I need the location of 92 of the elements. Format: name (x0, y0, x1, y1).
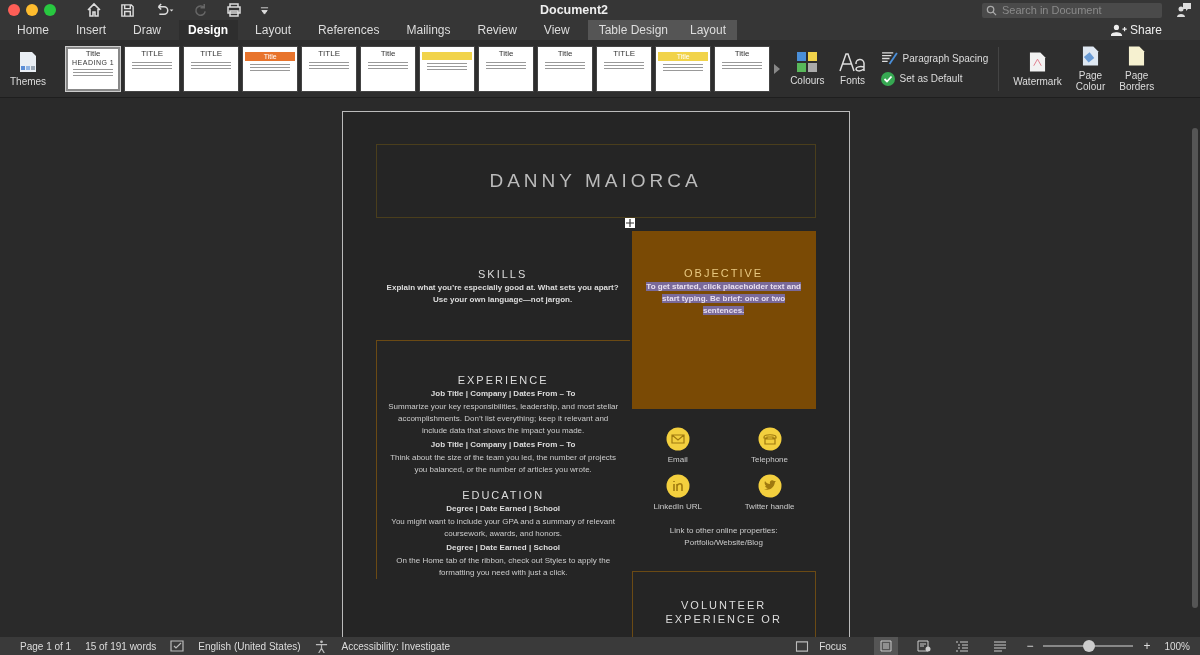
section-heading: VOLUNTEER EXPERIENCE OR (664, 598, 783, 626)
entry-text: Summarize your key responsibilities, leadership, and most stellar accomplishments. Don’t list everything; keep it relevant and include data that shows the impact you made. (387, 401, 620, 437)
ribbon-tab[interactable]: Insert (67, 20, 117, 40)
style-thumbnail[interactable]: Title (715, 46, 770, 91)
frame-icon (795, 640, 810, 652)
focus-button[interactable]: Focus (789, 639, 853, 653)
skills-text: Explain what you’re especially good at. What sets you apart? Use your own language—not jargon. (385, 282, 620, 306)
search-field[interactable]: Search in Document (982, 2, 1162, 18)
minimize-button[interactable] (26, 4, 38, 16)
in-logo-icon (665, 474, 690, 498)
ribbon-tab[interactable]: Home (8, 20, 59, 40)
language-status[interactable]: English (United States) (198, 640, 301, 652)
add-person-icon (1110, 24, 1127, 36)
bird-icon (757, 474, 782, 498)
color-squares-icon (797, 51, 818, 72)
zoom-slider-thumb[interactable] (1083, 640, 1096, 652)
watermark-page-icon (1029, 50, 1046, 73)
entry-title: Job Title | Company | Dates From – To (429, 389, 577, 398)
contact-label: LinkedIn URL (653, 502, 702, 511)
section-heading: EDUCATION (461, 489, 546, 501)
checkmark-icon (880, 71, 895, 86)
comments-icon[interactable] (1176, 2, 1192, 18)
window-title: Document2 (540, 3, 609, 17)
contact-label: Telephone (751, 455, 788, 464)
section-heading: OBJECTIVE (683, 267, 765, 279)
fonts-button[interactable]: Fonts (834, 51, 871, 86)
share-button[interactable]: Share (1104, 22, 1168, 38)
document-icon (18, 50, 39, 73)
gallery-scroll-icon[interactable] (774, 63, 781, 74)
ribbon-tab[interactable]: Mailings (397, 20, 461, 40)
style-thumbnail[interactable]: TITLE (125, 46, 180, 91)
page-count[interactable]: Page 1 of 1 (20, 640, 72, 652)
objective-text: To get started, click placeholder text and start typing. Be brief: one or two sentences. (645, 281, 802, 317)
entry-title: Degree | Date Earned | School (445, 543, 562, 552)
paragraph-lines-icon (880, 51, 898, 65)
view-icon (993, 640, 1008, 652)
accessibility-status[interactable]: Accessibility: Investigate (341, 640, 450, 652)
style-thumbnail[interactable]: Title (538, 46, 593, 91)
ribbon-tab[interactable]: Review (468, 20, 527, 40)
section-heading: EXPERIENCE (456, 374, 550, 386)
zoom-level[interactable]: 100% (1164, 640, 1190, 652)
customize-icon[interactable] (260, 5, 269, 15)
entry-text: Think about the size of the team you led, the number of projects you balanced, or the number of articles you wrote. (389, 452, 618, 476)
contact-label: Email (667, 455, 688, 464)
close-button[interactable] (8, 4, 20, 16)
page-colour-button[interactable]: Page Colour (1071, 45, 1110, 92)
ribbon-tab[interactable]: Layout (679, 20, 738, 40)
view-icon (917, 640, 932, 652)
style-thumbnail[interactable]: Title (479, 46, 534, 91)
resume-name: DANNY MAIORCA (489, 170, 702, 192)
ribbon-tab[interactable]: View (534, 20, 580, 40)
style-thumbnail[interactable]: Title (361, 46, 416, 91)
page-borders-button[interactable]: Page Borders (1115, 45, 1159, 92)
page-fill-icon (1082, 45, 1099, 67)
zoom-button[interactable] (44, 4, 56, 16)
ribbon-tab[interactable]: Table Design (587, 20, 679, 40)
ribbon-tab[interactable]: References (309, 20, 390, 40)
proofing-icon[interactable] (170, 640, 185, 652)
entry-text: On the Home tab of the ribbon, check out Styles to apply the formatting you need with just a click. (395, 555, 612, 579)
zoom-in-button[interactable]: + (1143, 639, 1151, 653)
paragraph-spacing-button[interactable]: Paragraph Spacing (880, 51, 989, 65)
home-icon[interactable] (86, 2, 102, 18)
contact-label: Twitter handle (744, 502, 795, 511)
style-thumbnail[interactable]: TITLE (597, 46, 652, 91)
view-icon (955, 640, 970, 652)
set-as-default-button[interactable]: Set as Default (880, 71, 989, 86)
entry-title: Job Title | Company | Dates From – To (429, 440, 577, 449)
style-thumbnail[interactable]: TITLE (184, 46, 239, 91)
entry-text: You might want to include your GPA and a summary of relevant coursework, awards, and honors. (390, 516, 616, 540)
links-text: Link to other online properties: Portfolio/Website/Blog (668, 525, 779, 549)
telephone-icon (757, 427, 782, 451)
themes-button[interactable]: Themes (6, 50, 51, 87)
page-icon (1128, 45, 1146, 67)
word-count[interactable]: 15 of 191 words (85, 640, 157, 652)
entry-title: Degree | Date Earned | School (445, 504, 562, 513)
table-move-handle-icon[interactable] (624, 218, 635, 228)
save-icon[interactable] (120, 2, 135, 18)
accessibility-icon[interactable] (314, 639, 328, 653)
ribbon-tab[interactable]: Layout (246, 20, 302, 40)
zoom-out-button[interactable]: − (1026, 639, 1034, 653)
ribbon-tab[interactable]: Design (179, 20, 239, 40)
print-icon[interactable] (226, 2, 242, 18)
watermark-button[interactable]: Watermark (1009, 50, 1066, 87)
print-layout-button[interactable] (874, 637, 899, 655)
colours-button[interactable]: Colours (786, 51, 829, 86)
style-thumbnail[interactable]: TITLE (302, 46, 357, 91)
view-icon (879, 640, 894, 652)
ribbon-tab[interactable]: Draw (124, 20, 172, 40)
style-thumbnail[interactable] (420, 46, 475, 91)
fonts-icon (838, 51, 867, 72)
section-heading: SKILLS (476, 268, 529, 280)
envelope-icon (665, 427, 690, 451)
